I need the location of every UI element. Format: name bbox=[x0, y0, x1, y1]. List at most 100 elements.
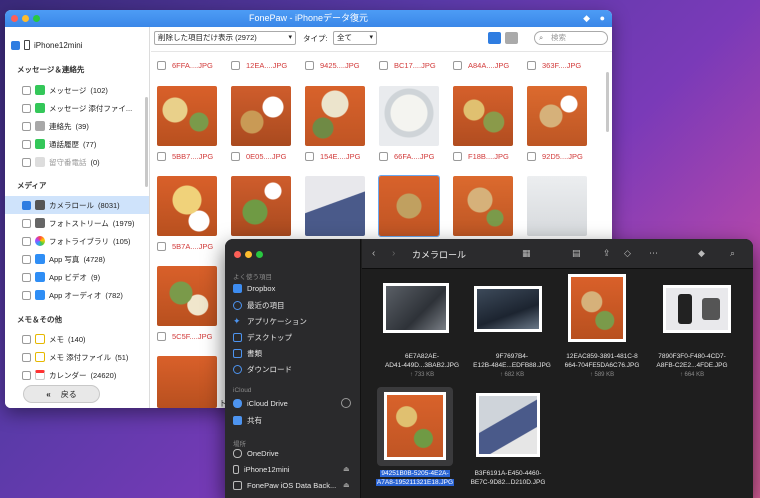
group-icon[interactable]: ▤ bbox=[572, 248, 581, 259]
close-button[interactable] bbox=[11, 15, 18, 22]
list-view-icon[interactable] bbox=[505, 32, 518, 44]
checkbox[interactable] bbox=[22, 370, 31, 380]
photo-thumbnail[interactable] bbox=[453, 176, 513, 236]
checkbox[interactable] bbox=[22, 103, 31, 113]
zoom-button[interactable] bbox=[33, 15, 40, 22]
photo-thumbnail[interactable] bbox=[157, 86, 217, 146]
sidebar-item-call-history[interactable]: 通話履歴 (77) bbox=[5, 135, 149, 153]
sidebar-item-note-attachments[interactable]: メモ 添付ファイル (51) bbox=[5, 348, 149, 366]
checkbox[interactable] bbox=[157, 332, 166, 341]
photo-thumbnail[interactable] bbox=[157, 356, 217, 408]
checkbox[interactable] bbox=[527, 61, 536, 70]
checkbox[interactable] bbox=[379, 152, 388, 161]
photo-thumbnail[interactable] bbox=[231, 176, 291, 236]
list-item[interactable]: BC17....JPG bbox=[379, 61, 459, 70]
list-item[interactable]: 66FA....JPG bbox=[379, 152, 459, 161]
checkbox[interactable] bbox=[22, 200, 31, 210]
checkbox[interactable] bbox=[379, 61, 388, 70]
file-name[interactable]: 7890F3F0-F480-4CD7- A8FB-C2E2...4FDE.JPG bbox=[646, 353, 738, 370]
sidebar-item-applications[interactable]: ✦ アプリケーション bbox=[233, 316, 307, 327]
close-button[interactable] bbox=[234, 251, 241, 258]
checkbox[interactable] bbox=[22, 236, 31, 246]
checkbox[interactable] bbox=[22, 121, 31, 131]
checkbox[interactable] bbox=[157, 61, 166, 70]
sidebar-item-app-videos[interactable]: App ビデオ (9) bbox=[5, 268, 149, 286]
device-checkbox[interactable] bbox=[11, 40, 20, 50]
file-thumbnail[interactable] bbox=[568, 274, 626, 342]
sidebar-item-photo-stream[interactable]: フォトストリーム (1979) bbox=[5, 214, 149, 232]
checkbox[interactable] bbox=[22, 85, 31, 95]
sidebar-item-app-audio[interactable]: App オーディオ (782) bbox=[5, 286, 149, 304]
sidebar-item-desktop[interactable]: デスクトップ bbox=[233, 332, 292, 343]
more-icon[interactable]: ⋯ bbox=[649, 248, 658, 259]
checkbox[interactable] bbox=[22, 254, 31, 264]
file-name[interactable]: 12EAC859-3891-481C-8 664-704FE5DA6C76.JPG bbox=[556, 353, 648, 370]
tag-icon[interactable]: ◇ bbox=[624, 248, 631, 259]
sidebar-item-app-photos[interactable]: App 写真 (4728) bbox=[5, 250, 149, 268]
file-name[interactable]: B3F6191A-E450-4460- BE7C-9D82...D210D.JPG bbox=[462, 470, 554, 487]
list-item[interactable]: 0E05....JPG bbox=[231, 152, 311, 161]
checkbox[interactable] bbox=[22, 352, 31, 362]
checkbox[interactable] bbox=[305, 152, 314, 161]
list-item[interactable]: 6FFA....JPG bbox=[157, 61, 237, 70]
checkbox[interactable] bbox=[22, 290, 31, 300]
eject-icon[interactable]: ⏏ bbox=[343, 465, 350, 473]
sidebar-item-calendar[interactable]: カレンダー (24620) bbox=[5, 366, 149, 384]
file-name[interactable]: 6E7A82AE- AD41-449D...3BAB2.JPG bbox=[376, 353, 468, 370]
sidebar-item-icloud-drive[interactable]: iCloud Drive bbox=[233, 399, 288, 408]
sidebar-item-shared[interactable]: 共有 bbox=[233, 415, 262, 426]
checkbox[interactable] bbox=[453, 61, 462, 70]
file-name-selected[interactable]: 94251B0B-5205-4E2A- A7A8-195211321E18.JPG bbox=[369, 470, 461, 487]
chat-icon[interactable]: ● bbox=[600, 13, 605, 23]
dropbox-icon[interactable]: ◆ bbox=[698, 248, 705, 259]
photo-thumbnail[interactable] bbox=[305, 86, 365, 146]
sidebar-item-messages[interactable]: メッセージ (102) bbox=[5, 81, 149, 99]
sidebar-item-camera-roll[interactable]: カメラロール (8031) bbox=[5, 196, 149, 214]
checkbox[interactable] bbox=[305, 61, 314, 70]
file-thumbnail[interactable] bbox=[474, 286, 542, 332]
checkbox[interactable] bbox=[157, 152, 166, 161]
forward-arrow-icon[interactable]: › bbox=[392, 248, 395, 259]
photo-thumbnail[interactable] bbox=[378, 175, 440, 237]
sidebar-item-notes[interactable]: メモ (140) bbox=[5, 330, 149, 348]
checkbox[interactable] bbox=[231, 152, 240, 161]
checkbox[interactable] bbox=[22, 139, 31, 149]
photo-thumbnail[interactable] bbox=[453, 86, 513, 146]
list-item[interactable]: 12EA....JPG bbox=[231, 61, 311, 70]
list-item[interactable]: 9425....JPG bbox=[305, 61, 385, 70]
file-thumbnail[interactable] bbox=[384, 392, 446, 460]
file-thumbnail[interactable] bbox=[476, 393, 540, 457]
search-icon[interactable]: ⌕ bbox=[730, 248, 735, 259]
photo-thumbnail[interactable] bbox=[379, 86, 439, 146]
search-input[interactable]: ⌕ 検索 bbox=[534, 31, 608, 45]
file-thumbnail[interactable] bbox=[383, 283, 449, 333]
sidebar-scrollbar[interactable] bbox=[145, 97, 148, 187]
list-item[interactable]: 363F....JPG bbox=[527, 61, 607, 70]
list-item[interactable]: 5BB7....JPG bbox=[157, 152, 237, 161]
photo-thumbnail[interactable] bbox=[157, 266, 217, 326]
list-item[interactable]: A84A....JPG bbox=[453, 61, 533, 70]
sidebar-item-message-attachments[interactable]: メッセージ 添付ファイ... bbox=[5, 99, 149, 117]
filter-select[interactable]: 削除した項目だけ表示 (2972) ▾ bbox=[154, 31, 296, 45]
checkbox[interactable] bbox=[157, 242, 166, 251]
sidebar-item-contacts[interactable]: 連絡先 (39) bbox=[5, 117, 149, 135]
photo-thumbnail[interactable] bbox=[305, 176, 365, 236]
back-arrow-icon[interactable]: ‹ bbox=[372, 248, 375, 259]
checkbox[interactable] bbox=[527, 152, 536, 161]
icon-view-icon[interactable]: ▦ bbox=[522, 248, 531, 259]
photo-thumbnail[interactable] bbox=[527, 176, 587, 236]
sidebar-item-iphone[interactable]: iPhone12mini bbox=[233, 465, 289, 474]
diamond-icon[interactable]: ◆ bbox=[583, 13, 590, 23]
type-select[interactable]: 全て ▾ bbox=[333, 31, 377, 45]
file-name[interactable]: 9F7697B4- E12B-484E...EDFB88.JPG bbox=[466, 353, 558, 370]
eject-icon[interactable]: ⏏ bbox=[343, 481, 350, 489]
grid-scrollbar[interactable] bbox=[606, 72, 609, 132]
list-item[interactable]: 92D5....JPG bbox=[527, 152, 607, 161]
sidebar-item-documents[interactable]: 書類 bbox=[233, 348, 262, 359]
checkbox[interactable] bbox=[22, 157, 31, 167]
checkbox[interactable] bbox=[22, 272, 31, 282]
sidebar-item-onedrive[interactable]: OneDrive bbox=[233, 449, 279, 458]
checkbox[interactable] bbox=[22, 218, 31, 228]
device-row[interactable]: iPhone12mini bbox=[11, 38, 82, 52]
photo-thumbnail[interactable] bbox=[527, 86, 587, 146]
